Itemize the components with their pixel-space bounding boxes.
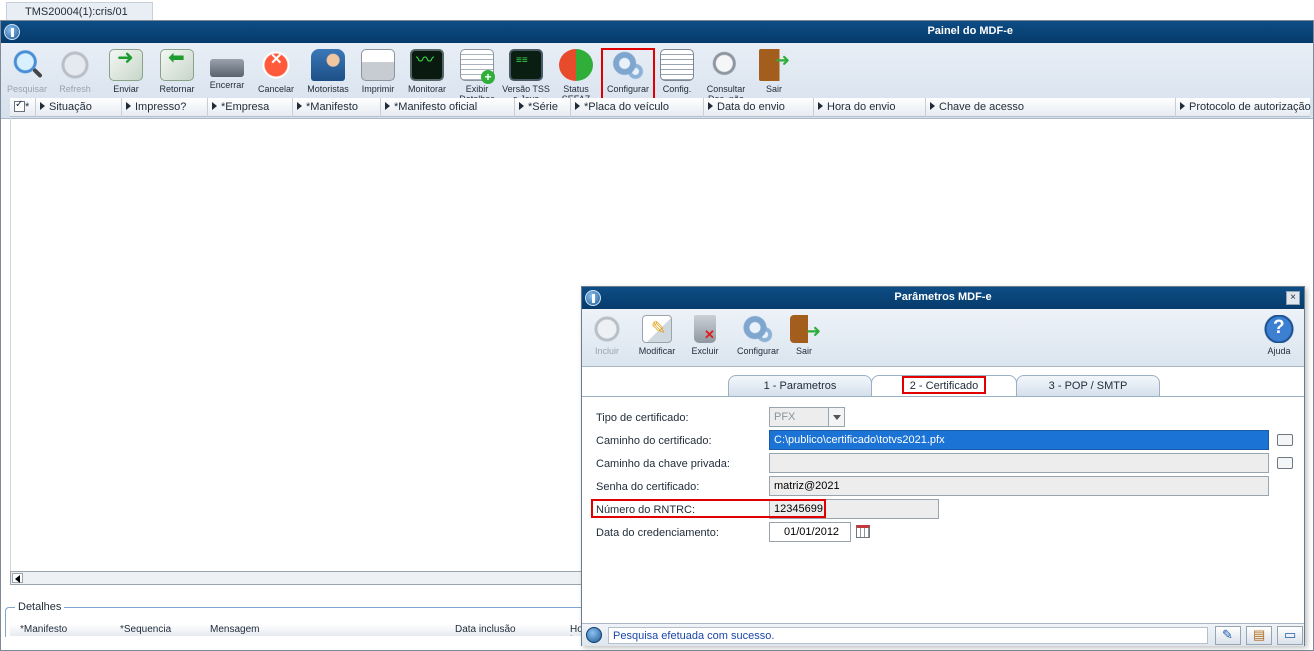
horizontal-scrollbar[interactable] [10,571,585,585]
caminho-certificado-input[interactable]: C:\publico\certificado\totvs2021.pfx [769,430,1269,450]
details-col-sequencia[interactable]: *Sequencia [120,624,171,635]
tab-parametros[interactable]: 1 - Parametros [728,375,872,396]
excluir-button[interactable]: Excluir [688,315,722,363]
col-data-envio[interactable]: Data do envio [704,98,814,117]
sort-icon [575,102,580,110]
dialog-configurar-button[interactable]: Configurar [732,315,784,363]
dialog-title: Parâmetros MDF-e [894,291,992,303]
truck-icon [210,59,244,77]
col-situacao[interactable]: Situação [36,98,122,117]
col-manifesto[interactable]: *Manifesto [293,98,381,117]
return-icon [160,49,194,81]
status-message: Pesquisa efetuada com sucesso. [608,627,1208,644]
dialog-toolbar: Incluir Modificar Excluir Configurar Sai… [582,309,1304,367]
sort-icon [930,102,935,110]
consult-icon [709,49,743,81]
edit-shortcut-button[interactable] [1215,626,1241,645]
window-tab[interactable]: TMS20004(1):cris/01 [6,2,153,20]
dialog-statusbar: Pesquisa efetuada com sucesso. [582,623,1304,646]
certificado-tab-highlight [902,376,986,394]
add-icon [592,315,622,343]
details-col-manifesto[interactable]: *Manifesto [20,624,67,635]
message-button[interactable] [1277,626,1303,645]
drivers-icon [311,49,345,81]
sort-icon [212,102,217,110]
tipo-certificado-select[interactable]: PFX [769,407,845,427]
status-logo-icon [586,627,602,643]
tipo-certificado-label: Tipo de certificado: [596,412,689,424]
calendar-icon[interactable] [856,525,870,538]
chevron-down-icon[interactable] [828,408,844,426]
dialog-tabs: 1 - Parametros 2 - Certificado 3 - POP /… [582,367,1304,397]
details-col-data[interactable]: Data inclusão [455,624,516,635]
dialog-titlebar: Parâmetros MDF-e × [582,287,1304,309]
printer-icon [361,49,395,81]
dialog-close-button[interactable]: × [1286,291,1300,305]
select-all-checkbox[interactable] [14,99,25,112]
parametros-dialog: Parâmetros MDF-e × Incluir Modificar Exc… [581,286,1305,646]
search-icon [10,49,44,81]
monitor-icon [410,49,444,81]
col-placa[interactable]: *Placa do veículo [571,98,704,117]
sort-icon [385,102,390,110]
details-icon [460,49,495,84]
config-icon [660,49,694,81]
sort-icon [708,102,713,110]
select-all-column[interactable]: * [10,98,36,117]
sort-icon [126,102,131,110]
incluir-button[interactable]: Incluir [590,315,624,363]
senha-input[interactable]: matriz@2021 [769,476,1269,496]
credenciamento-label: Data do credenciamento: [596,527,719,539]
sort-icon [40,102,45,110]
edit-icon [642,315,672,343]
certificado-form: Tipo de certificado: PFX Caminho do cert… [582,397,1304,619]
folder-icon[interactable] [1277,457,1293,469]
col-chave-acesso[interactable]: Chave de acesso [926,98,1176,117]
col-empresa[interactable]: *Empresa [208,98,293,117]
dialog-sair-button[interactable]: Sair [790,315,821,363]
sort-icon [297,102,302,110]
trash-icon [694,315,716,343]
details-col-mensagem[interactable]: Mensagem [210,624,259,635]
exit-icon [790,315,821,343]
senha-label: Senha do certificado: [596,481,700,493]
col-impresso[interactable]: Impresso? [122,98,208,117]
sort-icon [818,102,823,110]
col-hora-envio[interactable]: Hora do envio [814,98,926,117]
main-window-title: Painel do MDF-e [927,25,1013,37]
credenciamento-input[interactable]: 01/01/2012 [769,522,851,542]
calculator-button[interactable] [1246,626,1272,645]
details-label: Detalhes [15,601,65,613]
col-serie[interactable]: *Série [515,98,571,117]
modificar-button[interactable]: Modificar [634,315,680,363]
help-icon [1264,315,1294,343]
details-grid-header: *Manifesto *Sequencia Mensagem Data incl… [10,624,590,636]
tab-pop-smtp[interactable]: 3 - POP / SMTP [1016,375,1160,396]
folder-icon[interactable] [1277,434,1293,446]
app-logo-icon [4,24,20,40]
caminho-chave-input[interactable] [769,453,1269,473]
window-tab-label: TMS20004(1):cris/01 [25,6,128,18]
main-titlebar: Painel do MDF-e [1,21,1313,43]
scroll-left-icon[interactable] [12,573,23,583]
refresh-icon [58,49,92,81]
cancel-icon [259,49,293,81]
version-icon [509,49,543,81]
rntrc-highlight [591,499,826,518]
grid-header: * Situação Impresso? *Empresa *Manifesto… [10,98,1311,117]
col-manifesto-oficial[interactable]: *Manifesto oficial [381,98,515,117]
sort-icon [519,102,524,110]
send-icon [109,49,143,81]
ajuda-button[interactable]: Ajuda [1262,315,1296,363]
col-protocolo[interactable]: Protocolo de autorização [1176,98,1311,117]
caminho-certificado-label: Caminho do certificado: [596,435,712,447]
exit-icon [759,49,793,81]
gear-icon [743,315,773,343]
status-icon [559,49,593,81]
sort-icon [1180,102,1185,110]
caminho-chave-label: Caminho da chave privada: [596,458,730,470]
